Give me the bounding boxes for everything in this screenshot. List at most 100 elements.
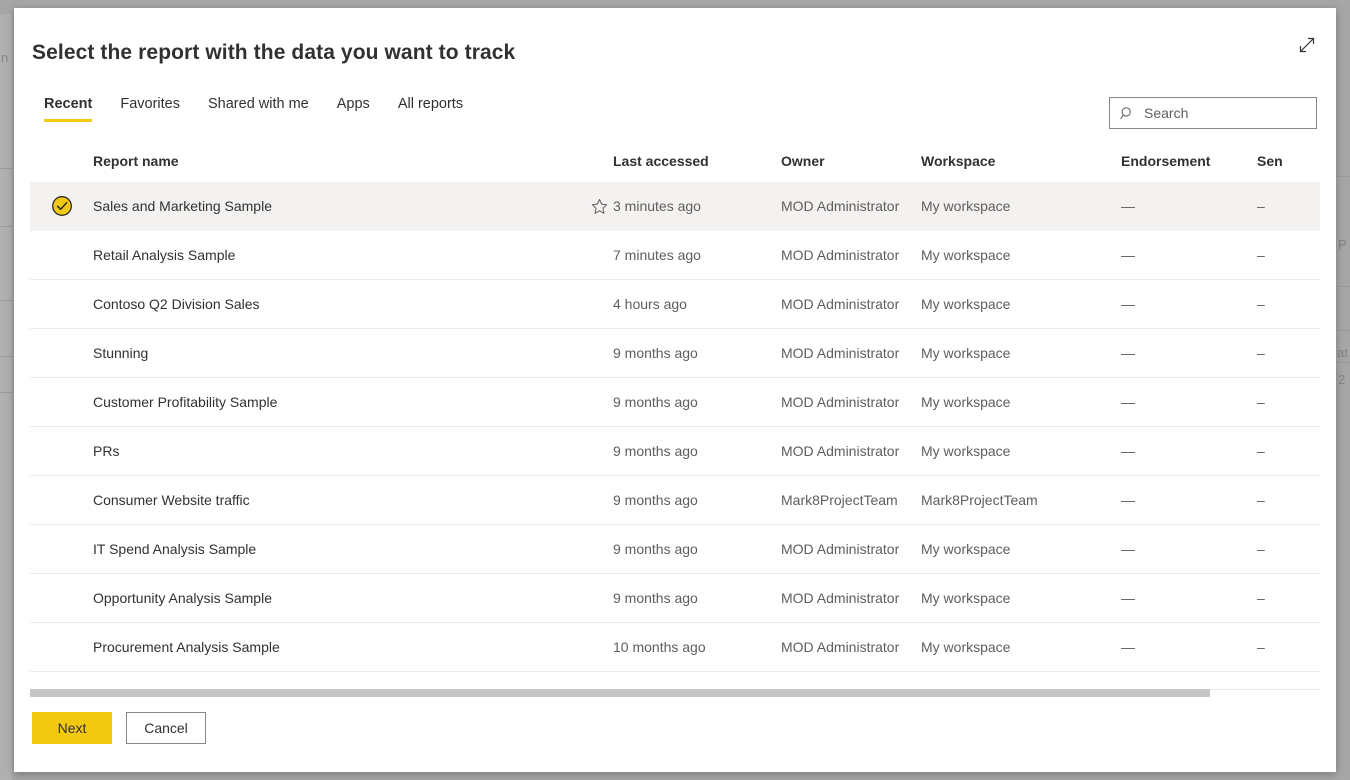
cell-report-name: Contoso Q2 Division Sales (93, 296, 260, 312)
cell-sensitivity: – (1257, 541, 1265, 557)
column-header-last-accessed[interactable]: Last accessed (613, 153, 781, 169)
tab-label: All reports (397, 96, 464, 112)
cell-report-name: Customer Profitability Sample (93, 394, 278, 410)
row-select-indicator[interactable] (30, 329, 93, 377)
cell-sensitivity: – (1257, 492, 1265, 508)
table-row[interactable]: Retail Analysis Sample 7 minutes ago MOD A… (30, 231, 1320, 280)
table-row[interactable]: Sales and Marketing Sample 3 minutes ago M… (30, 182, 1320, 231)
backdrop-divider (0, 226, 12, 227)
cell-endorsement: — (1121, 443, 1135, 459)
search-icon (1110, 106, 1144, 121)
cell-sensitivity: – (1257, 443, 1265, 459)
page-title: Select the report with the data you want… (32, 41, 516, 64)
row-select-indicator[interactable] (30, 574, 93, 622)
horizontal-scrollbar-thumb[interactable] (30, 689, 1210, 697)
cell-last-accessed: 9 months ago (613, 590, 698, 606)
cell-owner: MOD Administrator (781, 541, 900, 557)
column-header-endorsement[interactable]: Endorsement (1121, 153, 1257, 169)
tab-label: Shared with me (208, 96, 309, 112)
cell-report-name: Retail Analysis Sample (93, 247, 236, 263)
search-box[interactable] (1109, 97, 1325, 129)
table-row[interactable]: Customer Profitability Sample 9 months ag… (30, 378, 1320, 427)
tab-favorites[interactable]: Favorites (106, 92, 194, 124)
next-button[interactable]: Next (32, 712, 112, 744)
cell-last-accessed: 9 months ago (613, 394, 698, 410)
column-header-sensitivity[interactable]: Sen (1257, 153, 1320, 169)
backdrop-text-fragment: P (1338, 237, 1347, 252)
tab-label: Apps (336, 96, 370, 112)
favorite-star-icon[interactable] (589, 198, 609, 214)
tab-label: Favorites (120, 96, 180, 112)
column-header-report-name[interactable]: Report name (93, 153, 613, 169)
table-row[interactable]: IT Spend Analysis Sample 9 months ago MOD … (30, 525, 1320, 574)
cell-report-name: Stunning (93, 345, 149, 361)
backdrop-divider (0, 392, 12, 393)
search-input[interactable] (1144, 98, 1325, 128)
column-header-workspace[interactable]: Workspace (921, 153, 1121, 169)
row-select-indicator[interactable] (30, 231, 93, 279)
table-row[interactable]: PRs 9 months ago MOD Administrator My works… (30, 427, 1320, 476)
row-select-indicator[interactable] (30, 623, 93, 671)
tab-recent[interactable]: Recent (30, 92, 106, 124)
row-select-indicator[interactable] (30, 378, 93, 426)
tab-list: Recent Favorites Shared with me Apps All… (30, 92, 477, 124)
cell-sensitivity: – (1257, 198, 1265, 214)
cancel-button[interactable]: Cancel (126, 712, 206, 744)
row-select-indicator[interactable] (30, 280, 93, 328)
row-select-indicator[interactable] (30, 525, 93, 573)
cell-owner: MOD Administrator (781, 443, 900, 459)
cell-report-name: Opportunity Analysis Sample (93, 590, 272, 606)
cell-sensitivity: – (1257, 296, 1265, 312)
tab-apps[interactable]: Apps (323, 92, 384, 124)
cell-owner: MOD Administrator (781, 345, 900, 361)
row-select-indicator[interactable] (30, 427, 93, 475)
cell-workspace: My workspace (921, 345, 1011, 361)
backdrop-text-fragment: n (1, 50, 9, 65)
cell-report-name: Consumer Website traffic (93, 492, 250, 508)
cell-last-accessed: 3 minutes ago (613, 198, 701, 214)
backdrop-divider (0, 168, 12, 169)
cell-last-accessed: 7 minutes ago (613, 247, 701, 263)
cell-endorsement: — (1121, 198, 1135, 214)
cell-owner: MOD Administrator (781, 198, 900, 214)
cell-owner: MOD Administrator (781, 394, 900, 410)
cell-sensitivity: – (1257, 345, 1265, 361)
cell-workspace: My workspace (921, 247, 1011, 263)
cell-workspace: My workspace (921, 541, 1011, 557)
backdrop-divider (1338, 286, 1350, 287)
backdrop-divider (1338, 176, 1350, 177)
cell-owner: Mark8ProjectTeam (781, 492, 898, 508)
expand-diagonal-icon[interactable] (1292, 30, 1322, 60)
cell-endorsement: — (1121, 492, 1135, 508)
column-header-owner[interactable]: Owner (781, 153, 921, 169)
cell-sensitivity: – (1257, 590, 1265, 606)
table-row[interactable]: Consumer Website traffic 9 months ago Mark… (30, 476, 1320, 525)
cell-last-accessed: 9 months ago (613, 443, 698, 459)
cell-owner: MOD Administrator (781, 296, 900, 312)
cell-workspace: My workspace (921, 590, 1011, 606)
tab-all-reports[interactable]: All reports (384, 92, 477, 124)
dialog-footer: Next Cancel (32, 712, 206, 744)
row-select-indicator[interactable] (30, 182, 93, 230)
cell-sensitivity: – (1257, 247, 1265, 263)
cell-report-name: Procurement Analysis Sample (93, 639, 280, 655)
cell-endorsement: — (1121, 247, 1135, 263)
table-row[interactable]: Procurement Analysis Sample 10 months ago… (30, 623, 1320, 672)
table-row[interactable]: Contoso Q2 Division Sales 4 hours ago MOD … (30, 280, 1320, 329)
cell-workspace: My workspace (921, 394, 1011, 410)
table-row[interactable]: Stunning 9 months ago MOD Administrator My … (30, 329, 1320, 378)
cell-endorsement: — (1121, 345, 1135, 361)
row-select-indicator[interactable] (30, 476, 93, 524)
cell-owner: MOD Administrator (781, 247, 900, 263)
cell-report-name: PRs (93, 443, 120, 459)
cell-endorsement: — (1121, 590, 1135, 606)
backdrop-text-fragment: at (1337, 345, 1348, 360)
cell-workspace: Mark8ProjectTeam (921, 492, 1038, 508)
tab-shared-with-me[interactable]: Shared with me (194, 92, 323, 124)
cell-endorsement: — (1121, 639, 1135, 655)
cell-workspace: My workspace (921, 639, 1011, 655)
table-row[interactable]: Opportunity Analysis Sample 9 months ago M… (30, 574, 1320, 623)
cell-last-accessed: 9 months ago (613, 492, 698, 508)
cell-last-accessed: 9 months ago (613, 345, 698, 361)
cell-report-name: IT Spend Analysis Sample (93, 541, 257, 557)
